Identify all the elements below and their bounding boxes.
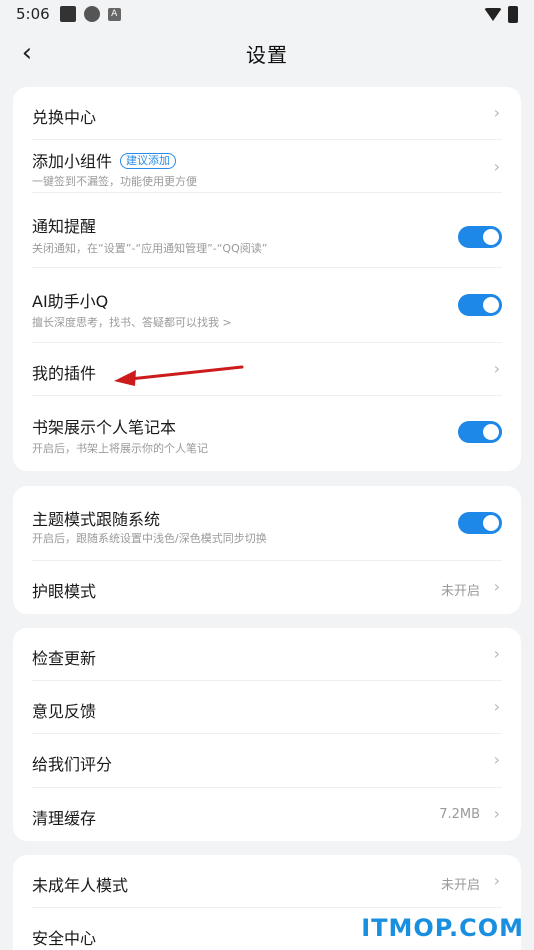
row-subtitle: 开启后，书架上将展示你的个人笔记 [32, 442, 208, 455]
toggle-knob [483, 297, 499, 313]
notebook-toggle[interactable] [458, 421, 502, 443]
chevron-right-icon: › [493, 697, 500, 716]
status-bar: 5:06 A [0, 0, 534, 28]
clear-cache-row[interactable]: 清理缓存 7.2MB › [32, 788, 502, 841]
settings-card-app: 检查更新 › 意见反馈 › 给我们评分 › 清理缓存 7.2MB › [13, 628, 521, 841]
row-label: 护眼模式 [32, 582, 97, 601]
chevron-left-icon: ‹ [21, 38, 33, 68]
cache-size: 7.2MB [439, 807, 480, 822]
check-update-row[interactable]: 检查更新 › [32, 628, 502, 681]
notification-toggle[interactable] [458, 226, 502, 248]
watermark-logo: ITMOP.COM [361, 914, 524, 942]
row-subtitle: 一键签到不漏签，功能使用更方便 [32, 175, 197, 188]
back-button[interactable]: ‹ [10, 36, 44, 70]
wifi-icon [484, 7, 502, 21]
annotation-arrow-icon [114, 365, 244, 386]
row-label: 主题模式跟随系统 [32, 510, 161, 529]
settings-card-display: 主题模式跟随系统 开启后，跟随系统设置中浅色/深色模式同步切换 护眼模式 未开启… [13, 486, 521, 614]
theme-follow-row: 主题模式跟随系统 开启后，跟随系统设置中浅色/深色模式同步切换 [32, 486, 502, 561]
row-label: 安全中心 [32, 929, 97, 948]
row-label: 通知提醒 [32, 217, 97, 236]
chevron-right-icon: › [493, 157, 500, 176]
notification-row: 通知提醒 关闭通知，在“设置”-“应用通知管理”-“QQ阅读” [32, 193, 502, 268]
row-subtitle[interactable]: 擅长深度思考，找书、答疑都可以找我 > [32, 314, 232, 330]
row-label: AI助手小Q [32, 292, 109, 311]
row-label: 未成年人模式 [32, 876, 129, 895]
toggle-knob [483, 515, 499, 531]
chevron-right-icon: › [493, 644, 500, 663]
row-subtitle: 关闭通知，在“设置”-“应用通知管理”-“QQ阅读” [32, 242, 268, 255]
row-label: 兑换中心 [32, 108, 97, 127]
my-plugins-row[interactable]: 我的插件 › [32, 343, 502, 396]
ai-assistant-row: AI助手小Q 擅长深度思考，找书、答疑都可以找我 > [32, 268, 502, 343]
status-time: 5:06 [16, 5, 50, 23]
row-label: 添加小组件 建议添加 [32, 148, 177, 172]
chevron-right-icon: › [493, 871, 500, 890]
settings-card-general: 兑换中心 › 添加小组件 建议添加 一键签到不漏签，功能使用更方便 › 通知提醒 … [13, 87, 521, 471]
battery-icon [508, 5, 518, 23]
settings-notification-icon [83, 6, 100, 22]
title-bar: ‹ 设置 [0, 28, 534, 78]
minor-mode-row[interactable]: 未成年人模式 未开启 › [32, 855, 502, 908]
redeem-center-row[interactable]: 兑换中心 › [32, 87, 502, 140]
feedback-row[interactable]: 意见反馈 › [32, 681, 502, 734]
row-label: 书架展示个人笔记本 [32, 418, 177, 437]
app-notification-icon [59, 6, 76, 22]
row-subtitle: 开启后，跟随系统设置中浅色/深色模式同步切换 [32, 532, 267, 545]
row-label: 给我们评分 [32, 755, 113, 774]
eye-care-row[interactable]: 护眼模式 未开启 › [32, 561, 502, 614]
chevron-right-icon: › [493, 750, 500, 769]
chevron-right-icon: › [493, 103, 500, 122]
chevron-right-icon: › [493, 804, 500, 823]
widget-label-text: 添加小组件 [32, 152, 113, 171]
row-label: 检查更新 [32, 649, 97, 668]
chevron-right-icon: › [493, 577, 500, 596]
eye-care-status: 未开启 [440, 584, 480, 599]
ai-assistant-toggle[interactable] [458, 294, 502, 316]
minor-mode-status: 未开启 [440, 878, 480, 893]
suggest-badge: 建议添加 [120, 153, 177, 169]
row-label: 清理缓存 [32, 809, 97, 828]
row-label: 我的插件 [32, 364, 97, 383]
add-widget-row[interactable]: 添加小组件 建议添加 一键签到不漏签，功能使用更方便 › [32, 140, 502, 193]
toggle-knob [483, 424, 499, 440]
theme-follow-toggle[interactable] [458, 512, 502, 534]
toggle-knob [483, 229, 499, 245]
notebook-row: 书架展示个人笔记本 开启后，书架上将展示你的个人笔记 [32, 396, 502, 471]
row-label: 意见反馈 [32, 702, 97, 721]
page-title: 设置 [246, 42, 288, 67]
rate-us-row[interactable]: 给我们评分 › [32, 734, 502, 788]
chevron-right-icon: › [493, 359, 500, 378]
text-notification-icon: A [107, 7, 121, 21]
